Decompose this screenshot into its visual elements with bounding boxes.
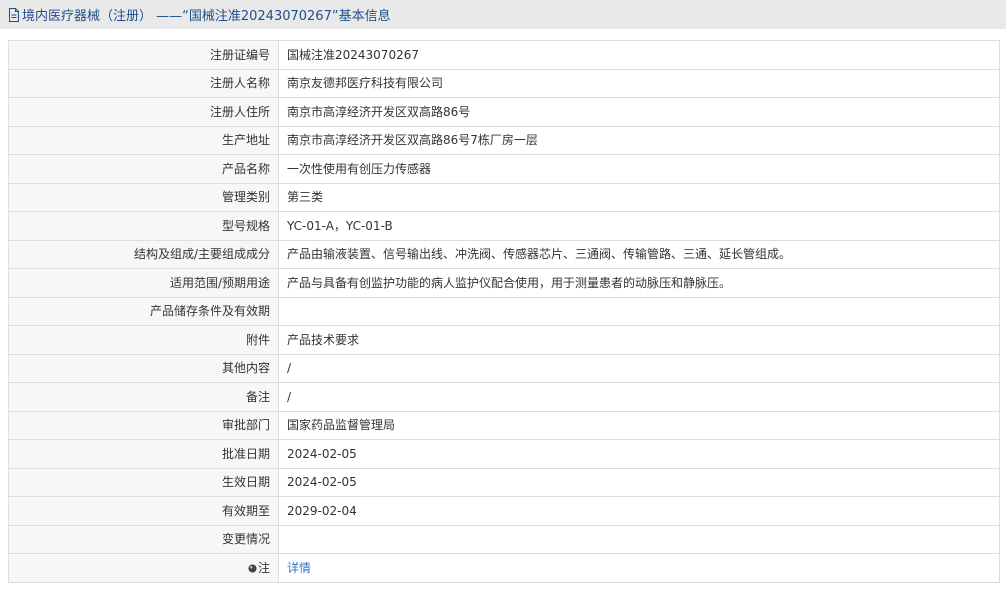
row-value: 国家药品监督管理局 [278,410,1000,440]
document-icon [9,7,19,22]
row-value [278,524,1000,554]
table-row: 审批部门 国家药品监督管理局 [8,410,1000,440]
row-label: 其他内容 [8,353,279,383]
row-label: 审批部门 [8,410,279,440]
row-value: 南京市高淳经济开发区双高路86号7栋厂房一层 [278,125,1000,155]
note-label: 注 [257,560,270,575]
row-value: / [278,382,1000,412]
row-label: 附件 [8,325,279,355]
table-row: 其他内容 / [8,353,1000,383]
row-label: 注册人住所 [8,97,279,127]
row-label: 产品储存条件及有效期 [8,296,279,326]
row-label: 注册人名称 [8,68,279,98]
row-value: 国械注准20243070267 [278,40,1000,70]
table-row: 附件 产品技术要求 [8,325,1000,355]
row-value: 第三类 [278,182,1000,212]
row-value: 产品技术要求 [278,325,1000,355]
row-value: 2024-02-05 [278,439,1000,469]
row-label: 适用范围/预期用途 [8,268,279,298]
table-row: 批准日期 2024-02-05 [8,439,1000,469]
table-row: 产品名称 一次性使用有创压力传感器 [8,154,1000,184]
row-label: 生效日期 [8,467,279,497]
row-label: 生产地址 [8,125,279,155]
page-header: 境内医疗器械（注册） ——“国械注准20243070267”基本信息 [0,0,1006,29]
table-row: 管理类别 第三类 [8,182,1000,212]
table-row: 注册证编号 国械注准20243070267 [8,40,1000,70]
note-row: 注 详情 [8,553,1000,583]
table-row: 注册人住所 南京市高淳经济开发区双高路86号 [8,97,1000,127]
row-value: 2029-02-04 [278,496,1000,526]
table-row: 有效期至 2029-02-04 [8,496,1000,526]
table-row: 产品储存条件及有效期 [8,296,1000,326]
row-value: 一次性使用有创压力传感器 [278,154,1000,184]
table-row: 注册人名称 南京友德邦医疗科技有限公司 [8,68,1000,98]
row-value: 产品与具备有创监护功能的病人监护仪配合使用，用于测量患者的动脉压和静脉压。 [278,268,1000,298]
note-label-cell: 注 [8,553,279,583]
row-value: 南京市高淳经济开发区双高路86号 [278,97,1000,127]
row-value: YC-01-A，YC-01-B [278,211,1000,241]
row-label: 批准日期 [8,439,279,469]
row-value [278,296,1000,326]
details-link[interactable]: 详情 [287,561,311,575]
table-row: 结构及组成/主要组成成分 产品由输液装置、信号输出线、冲洗阀、传感器芯片、三通阀… [8,239,1000,269]
table-row: 变更情况 [8,524,1000,554]
page-title: 境内医疗器械（注册） ——“国械注准20243070267”基本信息 [22,9,391,24]
note-value-cell: 详情 [278,553,1000,583]
row-label: 产品名称 [8,154,279,184]
table-row: 型号规格 YC-01-A，YC-01-B [8,211,1000,241]
row-label: 有效期至 [8,496,279,526]
info-dot-icon [248,564,257,573]
row-value: 产品由输液装置、信号输出线、冲洗阀、传感器芯片、三通阀、传输管路、三通、延长管组… [278,239,1000,269]
row-label: 管理类别 [8,182,279,212]
row-label: 型号规格 [8,211,279,241]
row-label: 变更情况 [8,524,279,554]
row-value: 2024-02-05 [278,467,1000,497]
row-label: 备注 [8,382,279,412]
row-label: 注册证编号 [8,40,279,70]
row-value: 南京友德邦医疗科技有限公司 [278,68,1000,98]
table-row: 适用范围/预期用途 产品与具备有创监护功能的病人监护仪配合使用，用于测量患者的动… [8,268,1000,298]
row-label: 结构及组成/主要组成成分 [8,239,279,269]
info-table: 注册证编号 国械注准20243070267 注册人名称 南京友德邦医疗科技有限公… [8,40,1000,583]
table-row: 生效日期 2024-02-05 [8,467,1000,497]
table-row: 生产地址 南京市高淳经济开发区双高路86号7栋厂房一层 [8,125,1000,155]
row-value: / [278,353,1000,383]
table-row: 备注 / [8,382,1000,412]
